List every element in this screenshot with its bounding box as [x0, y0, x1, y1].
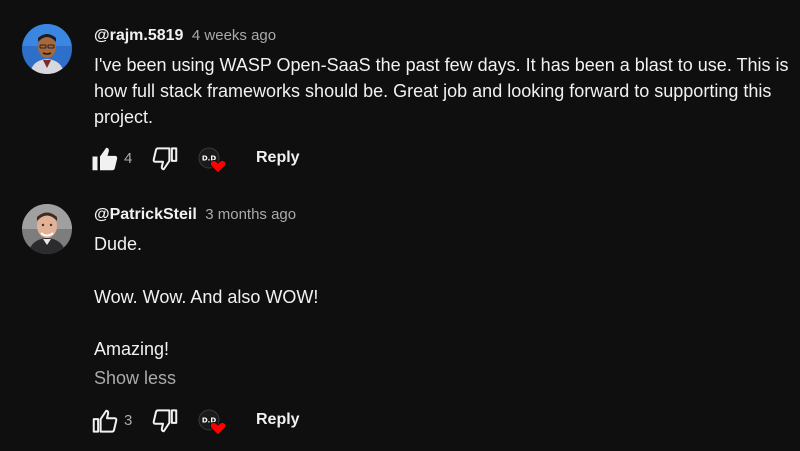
comment-header: @rajm.5819 4 weeks ago — [94, 27, 276, 45]
comment-actions: 3 D.D Reply — [90, 406, 390, 436]
show-less-button[interactable]: Show less — [94, 368, 176, 389]
comment-paragraph: Dude. — [94, 234, 143, 254]
heart-icon — [209, 159, 227, 174]
comment-header: @PatrickSteil 3 months ago — [94, 206, 296, 224]
comment-paragraph: Amazing! — [94, 339, 170, 359]
avatar[interactable] — [22, 24, 72, 74]
creator-heart: D.D — [198, 146, 228, 174]
like-count: 3 — [124, 412, 133, 429]
thumb-up-icon[interactable] — [90, 406, 120, 436]
thumb-down-icon[interactable] — [150, 144, 180, 174]
avatar[interactable] — [22, 204, 72, 254]
comment-text: I've been using WASP Open-SaaS the past … — [94, 52, 794, 130]
comment-line: I've been using WASP Open-SaaS the past … — [94, 55, 789, 75]
creator-heart: D.D — [198, 408, 228, 436]
heart-icon — [209, 421, 227, 436]
reply-button[interactable]: Reply — [256, 149, 300, 167]
comment-time[interactable]: 4 weeks ago — [192, 27, 276, 44]
comment-line: project. — [94, 107, 154, 127]
thumb-up-icon[interactable] — [90, 144, 120, 174]
like-count: 4 — [124, 150, 133, 167]
author-name[interactable]: @rajm.5819 — [94, 27, 183, 44]
comment-time[interactable]: 3 months ago — [205, 206, 296, 223]
comment-paragraph: Wow. Wow. And also WOW! — [94, 287, 319, 307]
thumb-down-icon[interactable] — [150, 406, 180, 436]
reply-button[interactable]: Reply — [256, 411, 300, 429]
comment-line: how full stack frameworks should be. Gre… — [94, 81, 772, 101]
comment-actions: 4 D.D Reply — [90, 144, 390, 174]
author-name[interactable]: @PatrickSteil — [94, 206, 197, 223]
